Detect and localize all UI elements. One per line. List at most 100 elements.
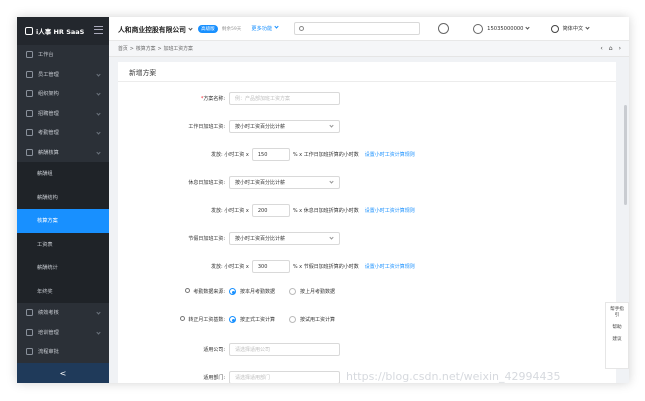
sidebar-item-performance[interactable]: 绩效考核 [17, 303, 109, 323]
workday-row: 工作日加班工资: 按小时工资百分比计薪 [118, 120, 340, 133]
top-header: 人和商业控股有限公司 高级版 剩余59天 更多功能 15035000000 简体… [109, 17, 629, 41]
radio-probation-wage[interactable]: 按试用工资计算 [289, 316, 335, 323]
sidebar-subitem-bonus[interactable]: 年终奖 [17, 279, 109, 303]
breadcrumb-home[interactable]: 首页 [118, 45, 128, 52]
department-row: 适用部门: 请选择适用部门 [118, 371, 340, 383]
holiday-hourly-rule-link[interactable]: 设置小时工资计算规则 [365, 263, 415, 270]
chevron-left-icon: < [59, 368, 67, 378]
sidebar: i人事 HR SaaS 工作台 员工管理 组织架构 招聘管理 考勤管理 薪酬核算… [17, 17, 109, 383]
chart-icon [26, 309, 33, 317]
company-select[interactable]: 请选择适用公司 [229, 343, 340, 356]
sidebar-collapse-button[interactable]: < [17, 363, 109, 383]
calendar-icon [26, 129, 33, 137]
workday-select[interactable]: 按小时工资百分比计薪 [229, 120, 340, 133]
chevron-down-icon [96, 91, 101, 96]
radio-checked-icon [229, 316, 236, 323]
chevron-down-icon [274, 24, 279, 29]
restday-hourly-rule-link[interactable]: 设置小时工资计算规则 [365, 207, 415, 214]
breadcrumb-current: 加班工资方案 [163, 46, 193, 52]
radio-last-month[interactable]: 按上月考勤数据 [289, 288, 335, 295]
breadcrumb: 首页 > 核算方案 > 加班工资方案 ‹ ⌂ › [109, 41, 629, 57]
holiday-rate-input[interactable]: 300 [251, 260, 290, 273]
radio-unchecked-icon [289, 316, 297, 323]
search-input[interactable] [294, 22, 421, 35]
help-panel: 帮手指引 帮助 建议 [605, 302, 629, 369]
chevron-left-icon[interactable]: ‹ [600, 45, 602, 52]
holiday-row: 节假日加班工资: 按小时工资百分比计薪 [118, 232, 340, 245]
scheme-name-input[interactable]: 例：产品部加班工资方案 [229, 92, 340, 105]
sidebar-subitem-scheme[interactable]: 核算方案 [17, 209, 109, 233]
chevron-down-icon [188, 25, 193, 31]
form-card: 新增方案 *方案名称: 例：产品部加班工资方案 工作日加班工资: 按小时工资百分… [118, 62, 616, 383]
user-center-icon[interactable] [438, 23, 450, 34]
regular-basis-label: 转正月工资基数: [188, 317, 225, 323]
page-title: 新增方案 [118, 62, 616, 82]
scrollbar[interactable] [624, 105, 627, 205]
restday-rate-input[interactable]: 200 [251, 204, 290, 217]
user-icon [26, 70, 33, 78]
main-content: 新增方案 *方案名称: 例：产品部加班工资方案 工作日加班工资: 按小时工资百分… [109, 57, 629, 383]
company-row: 适用公司: 请选择适用公司 [118, 343, 340, 356]
question-icon[interactable] [185, 288, 191, 293]
company-label: 适用公司: [203, 347, 225, 353]
home-icon [26, 51, 33, 59]
restday-row: 休息日加班工资: 按小时工资百分比计薪 [118, 176, 340, 189]
restday-select[interactable]: 按小时工资百分比计薪 [229, 176, 340, 189]
chevron-down-icon [329, 123, 334, 128]
sidebar-item-employees[interactable]: 员工管理 [17, 65, 109, 85]
sidebar-item-workbench[interactable]: 工作台 [17, 45, 109, 65]
question-icon[interactable] [180, 316, 186, 321]
sidebar-item-attendance[interactable]: 考勤管理 [17, 123, 109, 143]
sidebar-subitem-salary-structure[interactable]: 薪酬结构 [17, 185, 109, 209]
chevron-down-icon [96, 310, 101, 315]
account-menu[interactable]: 15035000000 [473, 23, 531, 34]
globe-icon [551, 24, 560, 33]
sidebar-item-org[interactable]: 组织架构 [17, 84, 109, 104]
search-icon [299, 26, 305, 31]
watermark: https://blog.csdn.net/weixin_42994435 [346, 370, 561, 383]
chevron-right-icon[interactable]: › [619, 45, 621, 52]
book-icon [26, 328, 33, 336]
holiday-rate-row: 发放: 小时工资 x 300 % x 节假日加班折算的小时数 设置小时工资计算规… [118, 260, 415, 273]
app-logo: i人事 HR SaaS [17, 17, 109, 45]
workday-rate-input[interactable]: 150 [251, 148, 290, 161]
scheme-name-label: 方案名称: [203, 96, 225, 102]
workday-hourly-rule-link[interactable]: 设置小时工资计算规则 [365, 151, 415, 158]
language-switcher[interactable]: 简体中文 [551, 24, 590, 33]
restday-label: 休息日加班工资: [188, 180, 225, 186]
flow-icon [26, 348, 33, 356]
breadcrumb-scheme[interactable]: 核算方案 [136, 45, 156, 52]
radio-this-month[interactable]: 按本月考勤数据 [229, 288, 275, 295]
org-icon [26, 90, 33, 98]
chevron-up-icon [96, 149, 101, 155]
holiday-select[interactable]: 按小时工资百分比计薪 [229, 232, 340, 245]
scheme-name-row: *方案名称: 例：产品部加班工资方案 [118, 92, 340, 105]
sidebar-subitem-stats[interactable]: 薪酬统计 [17, 256, 109, 280]
department-select[interactable]: 请选择适用部门 [229, 371, 340, 383]
sidebar-item-approval[interactable]: 流程审批 [17, 342, 109, 362]
radio-unchecked-icon [289, 288, 297, 295]
recruit-icon [26, 109, 33, 117]
chevron-down-icon [96, 329, 101, 335]
more-features-link[interactable]: 更多功能 [251, 24, 279, 32]
sidebar-item-training[interactable]: 培训管理 [17, 323, 109, 343]
chevron-down-icon [329, 179, 334, 184]
radio-checked-icon [229, 288, 236, 295]
assistant-guide-button[interactable]: 帮手指引 [606, 303, 628, 321]
attendance-source-row: 考勤数据来源: 按本月考勤数据 按上月考勤数据 [118, 288, 349, 295]
radio-formal-wage[interactable]: 按正式工资计算 [229, 316, 275, 323]
feedback-button[interactable]: 建议 [606, 333, 628, 345]
home-icon[interactable]: ⌂ [609, 45, 613, 52]
money-icon [26, 148, 33, 156]
sidebar-subitem-payslip[interactable]: 工资表 [17, 232, 109, 256]
menu-toggle-icon[interactable] [94, 26, 103, 34]
page-nav: ‹ ⌂ › [600, 45, 621, 52]
help-button[interactable]: 帮助 [606, 321, 628, 333]
attendance-source-label: 考勤数据来源: [193, 289, 225, 295]
sidebar-item-payroll[interactable]: 薪酬核算 [17, 143, 109, 163]
logo-text: i人事 HR SaaS [36, 28, 85, 36]
company-switcher[interactable]: 人和商业控股有限公司 [118, 24, 193, 34]
sidebar-item-recruit[interactable]: 招聘管理 [17, 104, 109, 124]
department-label: 适用部门: [203, 375, 225, 381]
sidebar-subitem-salary-group[interactable]: 薪酬组 [17, 162, 109, 186]
